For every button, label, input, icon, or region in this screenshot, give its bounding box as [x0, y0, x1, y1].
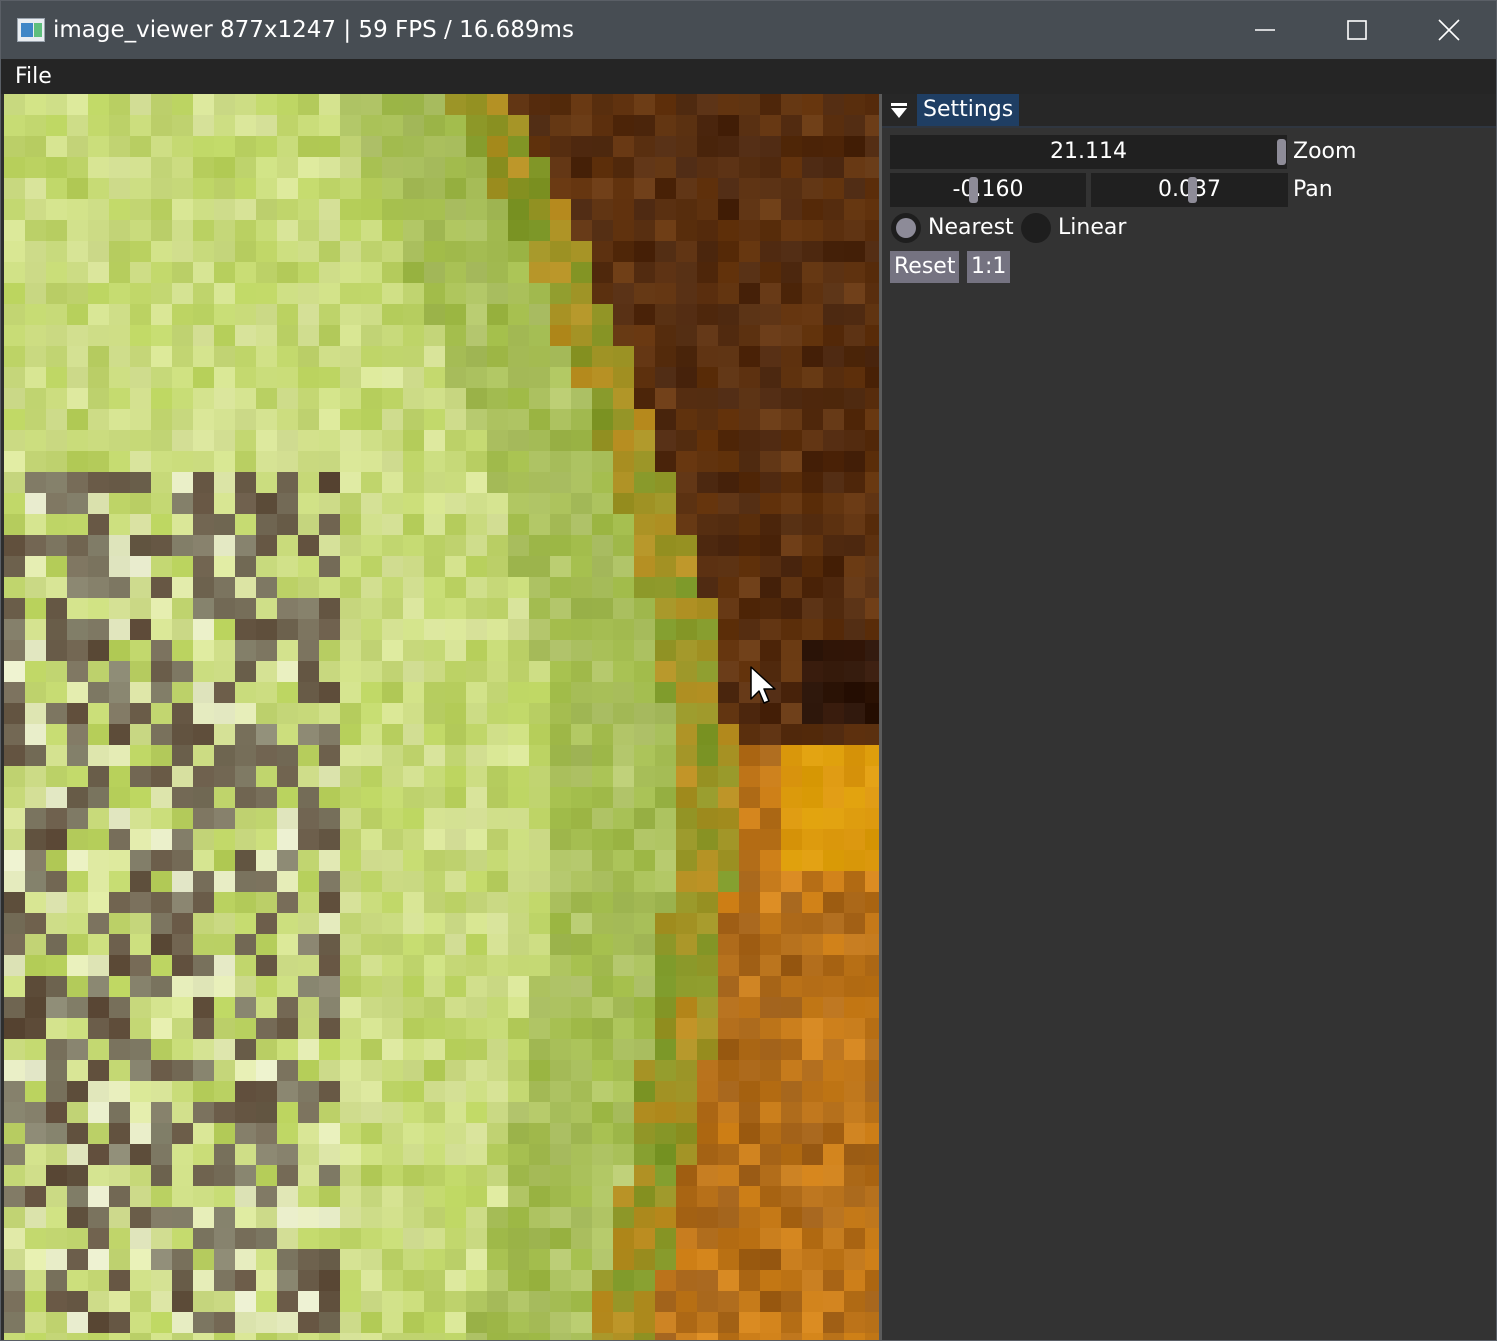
pan-y-slider[interactable]: 0.037	[1091, 173, 1288, 207]
maximize-button[interactable]	[1311, 1, 1403, 59]
maximize-icon	[1347, 20, 1367, 40]
pan-x-slider-grab[interactable]	[969, 177, 978, 203]
radio-nearest-label[interactable]: Nearest	[928, 211, 1014, 245]
zoom-value: 21.114	[1050, 139, 1127, 164]
minimize-button[interactable]	[1219, 1, 1311, 59]
close-icon	[1438, 19, 1460, 41]
pan-y-slider-grab[interactable]	[1188, 177, 1197, 203]
settings-title[interactable]: Settings	[917, 94, 1020, 126]
title-bar[interactable]: image_viewer 877x1247 | 59 FPS / 16.689m…	[1, 1, 1496, 59]
radio-selected-dot	[896, 218, 916, 238]
zoom-label: Zoom	[1293, 139, 1357, 164]
zoomed-image[interactable]	[4, 94, 879, 1340]
menu-bar: File	[1, 59, 1496, 94]
pan-label: Pan	[1293, 177, 1333, 202]
collapse-arrow-icon[interactable]	[890, 102, 908, 120]
pan-x-slider[interactable]: -0.160	[890, 173, 1086, 207]
radio-linear-label[interactable]: Linear	[1058, 211, 1126, 245]
one-to-one-button[interactable]: 1:1	[967, 251, 1011, 283]
settings-panel: Settings 21.114 Zoom -0.160 0.037 Pan Ne…	[882, 94, 1496, 1340]
minimize-icon	[1255, 29, 1275, 31]
menu-file[interactable]: File	[15, 63, 52, 91]
image-viewport[interactable]	[4, 94, 879, 1340]
radio-nearest[interactable]	[891, 213, 921, 243]
settings-header[interactable]: Settings	[882, 94, 1496, 128]
close-button[interactable]	[1403, 1, 1495, 59]
mouse-cursor-icon	[750, 666, 776, 704]
window-title: image_viewer 877x1247 | 59 FPS / 16.689m…	[53, 17, 574, 43]
zoom-slider-grab[interactable]	[1277, 139, 1286, 165]
pan-x-value: -0.160	[952, 177, 1024, 202]
app-image-icon	[17, 18, 45, 42]
zoom-slider[interactable]: 21.114	[890, 135, 1287, 169]
reset-button[interactable]: Reset	[890, 251, 960, 283]
app-window: image_viewer 877x1247 | 59 FPS / 16.689m…	[0, 0, 1497, 1341]
radio-linear[interactable]	[1021, 213, 1051, 243]
